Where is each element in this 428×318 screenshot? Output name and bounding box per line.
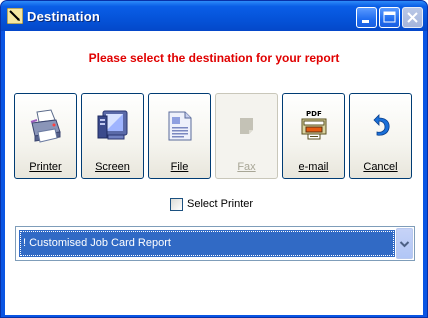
printer-label: Printer — [29, 161, 62, 173]
fax-icon — [240, 118, 253, 134]
close-button[interactable] — [402, 7, 423, 28]
dialog-body: Please select the destination for your r… — [5, 31, 423, 315]
cancel-label: Cancel — [363, 161, 398, 173]
svg-text:PDF: PDF — [306, 110, 322, 118]
title-bar[interactable]: Destination — [1, 1, 427, 31]
printer-icon — [30, 109, 61, 143]
window-title: Destination — [27, 9, 100, 24]
screen-label: Screen — [95, 161, 130, 173]
monitor-icon — [97, 110, 128, 140]
email-label: e-mail — [298, 161, 329, 173]
instruction-text: Please select the destination for your r… — [88, 51, 340, 65]
cancel-button[interactable]: Cancel — [349, 93, 412, 179]
destination-dialog: Destination Please select the destinatio… — [0, 0, 428, 318]
minimize-icon — [362, 20, 369, 23]
app-icon — [7, 8, 23, 24]
printer-button[interactable]: Printer — [14, 93, 77, 179]
screen-button[interactable]: Screen — [81, 93, 144, 179]
file-label: File — [170, 161, 189, 173]
maximize-icon — [383, 11, 396, 23]
pdf-email-icon: PDF — [301, 110, 327, 140]
fax-button[interactable]: Fax — [215, 93, 278, 179]
email-button[interactable]: PDF e-mail — [282, 93, 345, 179]
file-icon — [168, 111, 192, 141]
chevron-down-icon — [399, 241, 410, 248]
fax-label: Fax — [237, 161, 256, 173]
dropdown-arrow-button[interactable] — [396, 228, 413, 259]
report-dropdown-value[interactable]: ! Customised Job Card Report — [19, 230, 395, 257]
close-icon — [407, 12, 418, 23]
select-printer-label[interactable]: Select Printer — [187, 198, 253, 210]
file-button[interactable]: File — [148, 93, 211, 179]
select-printer-checkbox[interactable] — [170, 198, 183, 211]
minimize-button[interactable] — [356, 7, 377, 28]
maximize-button[interactable] — [379, 7, 400, 28]
report-dropdown[interactable]: ! Customised Job Card Report — [15, 226, 415, 261]
undo-arrow-icon — [373, 114, 390, 136]
